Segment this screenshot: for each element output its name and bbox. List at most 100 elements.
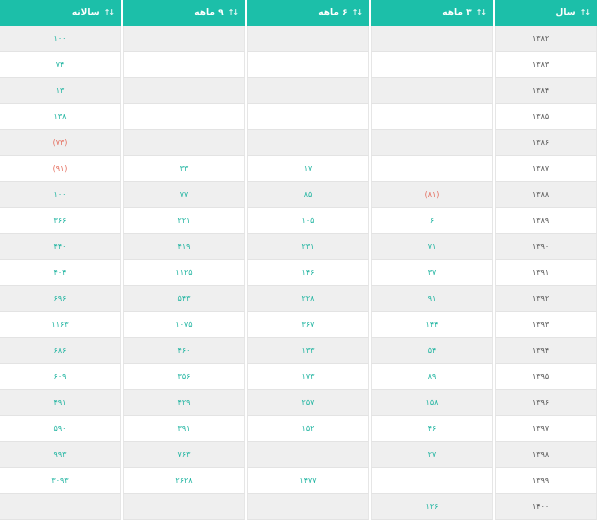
cell-year: ۱۳۹۴ xyxy=(495,338,597,364)
cell-annual: ۱۱۶۳ xyxy=(0,312,121,338)
cell-q3: ۱۲۶ xyxy=(371,494,493,520)
column-header-9-month-label: ۹ ماهه xyxy=(194,8,224,18)
cell-q9: ۷۶۳ xyxy=(123,442,245,468)
column-header-6-month[interactable]: ↓↑ ۶ ماهه xyxy=(247,0,369,26)
cell-q3: ۶ xyxy=(371,208,493,234)
cell-q6: ۸۵ xyxy=(247,182,369,208)
table-row: ۱۳۸۹ ۶ ۱۰۵ ۲۲۱ ۳۶۶ xyxy=(0,208,597,234)
table-row: ۱۳۹۰ ۷۱ ۲۳۱ ۴۱۹ ۴۴۰ xyxy=(0,234,597,260)
cell-q9: ۳۵۶ xyxy=(123,364,245,390)
table-row: ۱۳۸۶ (۷۳) xyxy=(0,130,597,156)
cell-q3 xyxy=(371,156,493,182)
cell-q3 xyxy=(371,130,493,156)
cell-q3 xyxy=(371,52,493,78)
table-row: ۱۳۹۲ ۹۱ ۲۲۸ ۵۴۳ ۶۹۶ xyxy=(0,286,597,312)
cell-q3: ۵۴ xyxy=(371,338,493,364)
cell-year: ۱۳۹۹ xyxy=(495,468,597,494)
table-header: ↓↑ سال ↓↑ ۳ ماهه ↓↑ ۶ ماهه ↓↑ ۹ ماهه ↓↑ سالان… xyxy=(0,0,597,26)
cell-annual: ۱۰۰ xyxy=(0,182,121,208)
cell-q6: ۲۲۸ xyxy=(247,286,369,312)
cell-q9: ۳۹۱ xyxy=(123,416,245,442)
cell-year: ۱۳۸۲ xyxy=(495,26,597,52)
cell-annual xyxy=(0,494,121,520)
cell-annual: ۴۴۰ xyxy=(0,234,121,260)
table-row: ۱۴۰۰ ۱۲۶ xyxy=(0,494,597,520)
cell-q3: ۱۴۴ xyxy=(371,312,493,338)
cell-q6 xyxy=(247,442,369,468)
cell-annual: ۴۹۱ xyxy=(0,390,121,416)
column-header-year-label: سال xyxy=(555,8,576,18)
table-row: ۱۳۸۸ (۸۱) ۸۵ ۷۷ ۱۰۰ xyxy=(0,182,597,208)
sort-icon[interactable]: ↓↑ xyxy=(580,8,591,17)
cell-year: ۱۳۹۲ xyxy=(495,286,597,312)
cell-annual: (۹۱) xyxy=(0,156,121,182)
cell-q3: ۲۷ xyxy=(371,442,493,468)
cell-q6: ۱۰۵ xyxy=(247,208,369,234)
cell-year: ۱۳۹۱ xyxy=(495,260,597,286)
cell-year: ۱۳۸۸ xyxy=(495,182,597,208)
sort-icon[interactable]: ↓↑ xyxy=(228,8,239,17)
cell-q6: ۱۷ xyxy=(247,156,369,182)
cell-q9 xyxy=(123,26,245,52)
column-header-annual[interactable]: ↓↑ سالانه xyxy=(0,0,121,26)
cell-annual: (۷۳) xyxy=(0,130,121,156)
cell-q9: ۴۱۹ xyxy=(123,234,245,260)
cell-q9 xyxy=(123,130,245,156)
cell-q6: ۲۵۷ xyxy=(247,390,369,416)
table-row: ۱۳۹۴ ۵۴ ۱۳۳ ۴۶۰ ۶۸۶ xyxy=(0,338,597,364)
table-row: ۱۳۸۵ ۱۳۸ xyxy=(0,104,597,130)
cell-annual: ۷۴ xyxy=(0,52,121,78)
cell-q3: ۴۶ xyxy=(371,416,493,442)
cell-year: ۱۳۸۶ xyxy=(495,130,597,156)
table-row: ۱۳۸۲ ۱۰۰ xyxy=(0,26,597,52)
cell-year: ۱۳۹۸ xyxy=(495,442,597,468)
table-row: ۱۳۹۵ ۸۹ ۱۷۳ ۳۵۶ ۶۰۹ xyxy=(0,364,597,390)
cell-q3 xyxy=(371,104,493,130)
table-row: ۱۳۹۶ ۱۵۸ ۲۵۷ ۴۲۹ ۴۹۱ xyxy=(0,390,597,416)
sort-icon[interactable]: ↓↑ xyxy=(104,8,115,17)
cell-year: ۱۳۹۶ xyxy=(495,390,597,416)
sort-icon[interactable]: ↓↑ xyxy=(476,8,487,17)
cell-annual: ۵۹۰ xyxy=(0,416,121,442)
cell-q6: ۱۴۷۷ xyxy=(247,468,369,494)
cell-q9: ۷۷ xyxy=(123,182,245,208)
cell-q9 xyxy=(123,52,245,78)
cell-annual: ۳۶۶ xyxy=(0,208,121,234)
cell-q3 xyxy=(371,78,493,104)
cell-annual: ۶۰۹ xyxy=(0,364,121,390)
column-header-9-month[interactable]: ↓↑ ۹ ماهه xyxy=(123,0,245,26)
cell-q3 xyxy=(371,26,493,52)
column-header-3-month-label: ۳ ماهه xyxy=(442,8,472,18)
cell-year: ۱۳۸۹ xyxy=(495,208,597,234)
table-row: ۱۳۸۳ ۷۴ xyxy=(0,52,597,78)
cell-q3: (۸۱) xyxy=(371,182,493,208)
cell-year: ۱۳۸۴ xyxy=(495,78,597,104)
cell-annual: ۹۹۳ xyxy=(0,442,121,468)
column-header-annual-label: سالانه xyxy=(71,8,100,18)
cell-q6: ۲۳۱ xyxy=(247,234,369,260)
earnings-table: ↓↑ سال ↓↑ ۳ ماهه ↓↑ ۶ ماهه ↓↑ ۹ ماهه ↓↑ سالان… xyxy=(0,0,599,520)
cell-q6: ۱۷۳ xyxy=(247,364,369,390)
cell-q3: ۸۹ xyxy=(371,364,493,390)
cell-q6 xyxy=(247,494,369,520)
column-header-year[interactable]: ↓↑ سال xyxy=(495,0,597,26)
sort-icon[interactable]: ↓↑ xyxy=(352,8,363,17)
cell-q9: ۳۳ xyxy=(123,156,245,182)
cell-q9 xyxy=(123,494,245,520)
cell-q9 xyxy=(123,78,245,104)
cell-year: ۱۳۹۷ xyxy=(495,416,597,442)
cell-annual: ۴۰۴ xyxy=(0,260,121,286)
cell-year: ۱۳۸۵ xyxy=(495,104,597,130)
cell-annual: ۶۸۶ xyxy=(0,338,121,364)
cell-year: ۱۳۹۳ xyxy=(495,312,597,338)
cell-q6 xyxy=(247,26,369,52)
cell-q9: ۲۲۱ xyxy=(123,208,245,234)
cell-q6: ۱۵۲ xyxy=(247,416,369,442)
cell-year: ۱۴۰۰ xyxy=(495,494,597,520)
cell-q3: ۷۱ xyxy=(371,234,493,260)
cell-q9: ۱۱۲۵ xyxy=(123,260,245,286)
cell-year: ۱۳۹۵ xyxy=(495,364,597,390)
table-row: ۱۳۸۴ ۱۳ xyxy=(0,78,597,104)
column-header-3-month[interactable]: ↓↑ ۳ ماهه xyxy=(371,0,493,26)
cell-annual: ۱۰۰ xyxy=(0,26,121,52)
